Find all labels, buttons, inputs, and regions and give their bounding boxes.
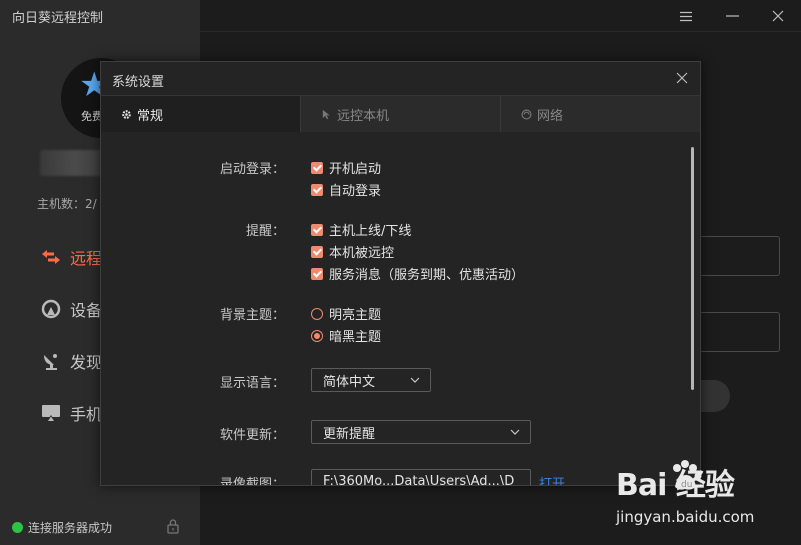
sidebar-item-label: 发现 xyxy=(70,353,103,372)
scrollbar[interactable] xyxy=(691,147,694,390)
divider xyxy=(200,31,801,32)
screenshot-label: 录像截图： xyxy=(219,477,285,486)
gear-icon xyxy=(122,109,131,119)
startup-launch-checkbox[interactable]: 开机启动 xyxy=(311,158,381,177)
settings-dialog: 系统设置 常规 远控本机 网络 启动登录： 开机启动 自动登录 提醒： 主机上线… xyxy=(100,61,701,486)
theme-dark-radio[interactable]: 暗黑主题 xyxy=(311,326,381,345)
watermark-url: jingyan.baidu.com xyxy=(616,508,755,526)
paw-icon: du xyxy=(673,460,702,490)
auto-login-checkbox[interactable]: 自动登录 xyxy=(311,180,381,199)
select-value: 简体中文 xyxy=(323,374,376,390)
checkbox-label: 本机被远控 xyxy=(329,246,395,261)
cursor-icon xyxy=(322,109,330,119)
chevron-down-icon xyxy=(510,429,520,435)
checkbox-checked-icon xyxy=(311,267,323,280)
tab-label: 远控本机 xyxy=(337,108,390,124)
dialog-close-icon[interactable] xyxy=(674,70,690,86)
lock-icon[interactable] xyxy=(166,518,180,534)
radio-label: 暗黑主题 xyxy=(329,330,382,345)
status-dot-icon xyxy=(12,522,23,533)
close-icon xyxy=(772,10,784,22)
watermark: Bai 经验 du jingyan.baidu.com xyxy=(616,460,754,526)
phone-cast-icon xyxy=(40,402,62,424)
language-label: 显示语言： xyxy=(219,376,285,391)
close-window-button[interactable] xyxy=(755,0,801,32)
language-select[interactable]: 简体中文 xyxy=(311,368,431,392)
app-title: 向日葵远程控制 xyxy=(12,11,104,26)
being-controlled-checkbox[interactable]: 本机被远控 xyxy=(311,242,394,261)
minimize-icon xyxy=(725,15,739,17)
host-count: 主机数：2/ xyxy=(37,197,97,211)
radio-unselected-icon xyxy=(311,307,323,320)
dialog-title: 系统设置 xyxy=(112,75,165,90)
sidebar-item-label: 手机 xyxy=(70,405,103,424)
sidebar-item-label: 设备 xyxy=(70,301,103,320)
update-select[interactable]: 更新提醒 xyxy=(311,420,531,444)
status-text: 连接服务器成功 xyxy=(28,521,113,535)
path-value: F:\360Mo...Data\Users\Ad...\D xyxy=(323,473,515,486)
checkbox-label: 开机启动 xyxy=(329,162,382,177)
device-icon xyxy=(40,298,62,320)
checkbox-label: 自动登录 xyxy=(329,184,382,199)
network-icon xyxy=(521,109,532,119)
sidebar-item-label: 远程 xyxy=(70,249,103,268)
menu-button[interactable] xyxy=(663,0,709,32)
checkbox-checked-icon xyxy=(311,245,323,258)
radio-label: 明亮主题 xyxy=(329,308,382,323)
discover-icon xyxy=(40,350,62,372)
checkbox-label: 主机上线/下线 xyxy=(329,224,412,239)
checkbox-checked-icon xyxy=(311,183,323,196)
checkbox-checked-icon xyxy=(311,223,323,236)
tab-label: 常规 xyxy=(137,108,164,124)
reminder-label: 提醒： xyxy=(245,224,285,239)
update-label: 软件更新： xyxy=(219,428,285,443)
chevron-down-icon xyxy=(410,377,420,383)
startup-label: 启动登录： xyxy=(219,162,285,177)
tab-remote-control[interactable]: 远控本机 xyxy=(301,96,501,132)
svg-text:du: du xyxy=(681,480,692,490)
window-controls xyxy=(663,0,801,32)
menu-icon xyxy=(680,11,692,21)
tab-network[interactable]: 网络 xyxy=(501,96,700,132)
service-message-checkbox[interactable]: 服务消息（服务到期、优惠活动） xyxy=(311,264,524,283)
theme-light-radio[interactable]: 明亮主题 xyxy=(311,304,381,323)
connection-status: 连接服务器成功 xyxy=(12,519,112,536)
theme-label: 背景主题： xyxy=(219,308,285,323)
minimize-button[interactable] xyxy=(709,0,755,32)
checkbox-label: 服务消息（服务到期、优惠活动） xyxy=(329,268,525,283)
settings-tabs: 常规 远控本机 网络 xyxy=(101,95,700,132)
host-online-checkbox[interactable]: 主机上线/下线 xyxy=(311,220,411,239)
open-folder-link[interactable]: 打开 xyxy=(539,473,565,485)
checkbox-checked-icon xyxy=(311,161,323,174)
radio-selected-icon xyxy=(311,329,323,342)
tab-label: 网络 xyxy=(537,108,564,124)
select-value: 更新提醒 xyxy=(323,426,376,442)
tab-general[interactable]: 常规 xyxy=(101,96,301,132)
settings-content: 启动登录： 开机启动 自动登录 提醒： 主机上线/下线 本机被远控 服务消息（服… xyxy=(101,133,700,486)
remote-arrows-icon xyxy=(40,246,62,268)
screenshot-path-field[interactable]: F:\360Mo...Data\Users\Ad...\D xyxy=(311,469,531,486)
